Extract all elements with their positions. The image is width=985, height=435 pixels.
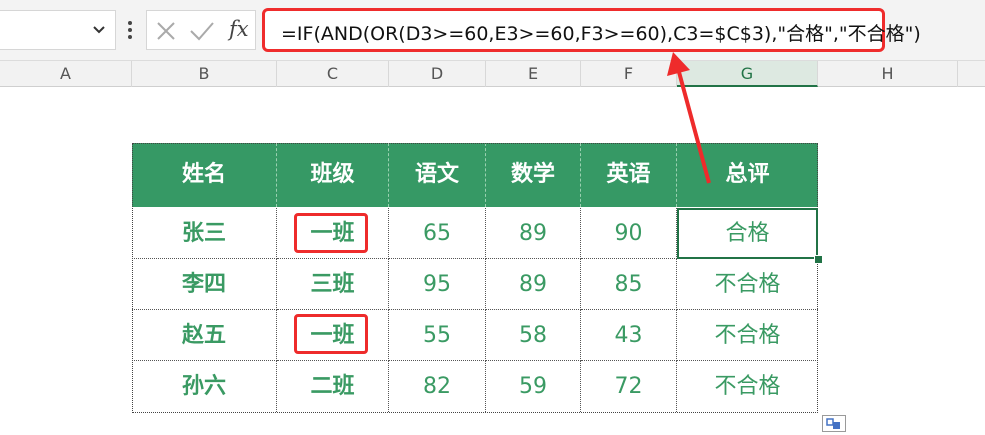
quick-analysis-icon[interactable]: [822, 415, 846, 432]
annotation-arrow: [667, 52, 711, 184]
